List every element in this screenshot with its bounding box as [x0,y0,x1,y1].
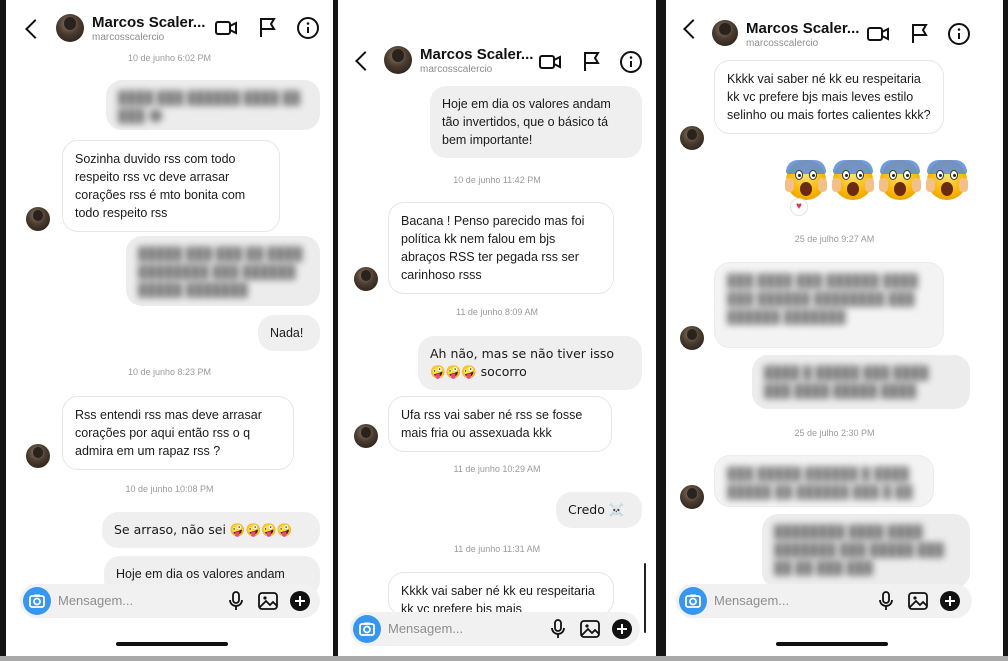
info-icon[interactable] [619,50,643,74]
video-camera-icon[interactable] [538,50,562,74]
scrollbar[interactable] [644,563,646,633]
avatar [354,424,378,448]
screaming-face-emoji [832,160,874,200]
avatar [26,207,50,231]
contact-username: marcosscalercio [420,64,493,75]
message-blurred: █████ ███ ███ ██ ████ ████████ ███ █████… [126,236,320,306]
message-composer[interactable]: Mensagem... [20,584,320,618]
info-icon[interactable] [296,16,320,40]
chat-header: Marcos Scaler... marcosscalercio [666,6,1003,56]
message-blurred: ███ ████ ███ ██████ ████ ███ ██████ ████… [714,262,944,348]
contact-name[interactable]: Marcos Scaler... [92,14,205,31]
message-incoming[interactable]: Kkkk vai saber né kk eu respeitaria kk v… [388,572,614,616]
screaming-face-emoji [785,160,827,200]
video-camera-icon[interactable] [866,22,890,46]
message-outgoing[interactable]: Nada! [258,315,320,351]
plus-circle-icon[interactable] [610,617,634,641]
avatar[interactable] [712,20,738,46]
message-incoming[interactable]: Sozinha duvido rss com todo respeito rss… [62,140,280,232]
message-composer[interactable]: Mensagem... [676,584,972,618]
camera-icon[interactable] [353,615,381,643]
avatar [680,485,704,509]
message-blurred: ████ █ █████ ███ ████ ███ ████ █████ ███… [752,355,970,409]
bottom-border [0,656,1008,661]
message-blurred: ████████ ████ ████ ███████ ███ █████ ███… [762,514,970,588]
message-composer[interactable]: Mensagem... [350,612,640,646]
timestamp: 10 de junho 6:02 PM [127,53,212,63]
chat-header: Marcos Scaler... marcosscalercio [338,40,656,90]
home-indicator [776,642,888,646]
chevron-left-icon[interactable] [355,51,375,71]
screaming-face-emoji [926,160,968,200]
home-indicator [116,642,228,646]
chat-screenshot-1: Marcos Scaler... marcosscalercio 10 de j… [6,0,333,661]
contact-username: marcosscalercio [746,38,819,49]
contact-name[interactable]: Marcos Scaler... [746,20,859,37]
timestamp: 25 de julho 9:27 AM [794,234,875,244]
message-blurred: ████ ███ ██████ ████ ██ ███ 🤪 [106,80,320,130]
image-icon[interactable] [578,617,602,641]
avatar[interactable] [384,46,412,74]
camera-icon[interactable] [679,587,707,615]
message-incoming[interactable]: Rss entendi rss mas deve arrasar coraçõe… [62,396,294,470]
message-input[interactable]: Mensagem... [58,593,133,608]
timestamp: 11 de junho 11:31 AM [453,544,541,554]
microphone-icon[interactable] [224,589,248,613]
message-outgoing[interactable]: Credo ☠️ [556,492,642,528]
flag-icon[interactable] [256,16,280,40]
avatar[interactable] [56,14,84,42]
timestamp: 25 de julho 2:30 PM [794,428,875,438]
camera-icon[interactable] [23,587,51,615]
chat-screenshot-2: Marcos Scaler... marcosscalercio Hoje em… [338,0,656,661]
timestamp: 11 de junho 8:09 AM [456,307,538,317]
plus-circle-icon[interactable] [288,589,312,613]
avatar [680,126,704,150]
image-icon[interactable] [906,589,930,613]
avatar [354,267,378,291]
chevron-left-icon[interactable] [683,19,703,39]
contact-name[interactable]: Marcos Scaler... [420,46,533,63]
timestamp: 10 de junho 10:08 PM [125,484,214,494]
flag-icon[interactable] [908,22,932,46]
avatar [680,326,704,350]
message-outgoing[interactable]: Ah não, mas se não tiver isso 🤪🤪🤪 socorr… [418,336,642,390]
chat-screenshot-3: Marcos Scaler... marcosscalercio Kkkk va… [666,0,1003,661]
message-outgoing[interactable]: Hoje em dia os valores andam tão inverti… [430,86,642,158]
info-icon[interactable] [947,22,971,46]
plus-circle-icon[interactable] [938,589,962,613]
message-incoming[interactable]: Kkkk vai saber né kk eu respeitaria kk v… [714,60,944,134]
timestamp: 10 de junho 8:23 PM [127,367,212,377]
message-input[interactable]: Mensagem... [388,621,463,636]
chat-header: Marcos Scaler... marcosscalercio [6,6,333,56]
flag-icon[interactable] [580,50,604,74]
microphone-icon[interactable] [874,589,898,613]
timestamp: 11 de junho 10:29 AM [453,464,541,474]
message-blurred: ███ █████ ██████ █ ████ █████ ██ ██████ … [714,455,934,507]
message-input[interactable]: Mensagem... [714,593,789,608]
screaming-face-emoji [879,160,921,200]
video-camera-icon[interactable] [214,16,238,40]
microphone-icon[interactable] [546,617,570,641]
avatar [26,444,50,468]
image-icon[interactable] [256,589,280,613]
message-incoming[interactable]: Bacana ! Penso parecido mas foi política… [388,202,614,294]
message-incoming[interactable]: Ufa rss vai saber né rss se fosse mais f… [388,396,612,452]
heart-reaction-icon[interactable]: ♥ [790,198,808,216]
timestamp: 10 de junho 11:42 PM [453,175,541,185]
contact-username: marcosscalercio [92,32,165,43]
message-outgoing[interactable]: Se arraso, não sei 🤪🤪🤪🤪 [102,512,320,548]
chevron-left-icon[interactable] [25,19,45,39]
